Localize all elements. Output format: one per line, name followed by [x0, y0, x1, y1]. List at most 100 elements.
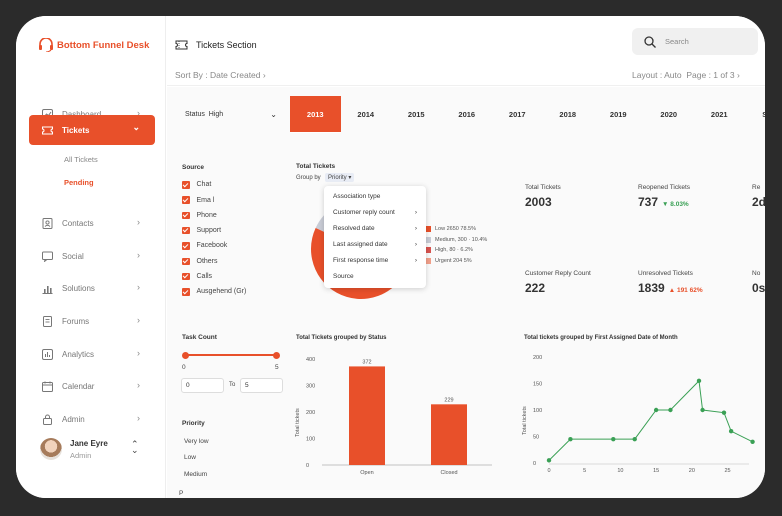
slider-max-handle[interactable] — [273, 351, 280, 359]
next-page-button[interactable]: › — [737, 70, 740, 80]
data-point[interactable] — [611, 436, 616, 442]
source-checkbox-row[interactable]: Ausgehend (Gr) — [182, 288, 246, 296]
data-point[interactable] — [696, 378, 702, 384]
data-point[interactable] — [700, 407, 705, 413]
source-checkbox-row[interactable]: Chat — [182, 181, 211, 189]
data-point[interactable] — [546, 458, 552, 463]
main-area: Tickets Section Search Sort By : Date Cr… — [167, 16, 765, 498]
user-profile[interactable]: Jane Eyre Admin — [40, 438, 108, 460]
app-window: Bottom Funnel Desk Dashboard › Tickets ⌄ Con… — [16, 16, 765, 498]
group-by-menu: Association type Customer reply count › Res… — [324, 186, 426, 288]
year-tab[interactable]: 2015 — [391, 96, 442, 133]
year-tab[interactable]: 2018 — [543, 96, 594, 133]
group-by-dropdown[interactable]: Priority ▾ — [325, 173, 355, 182]
sidebar-item-calendar[interactable]: Calendar › — [29, 371, 155, 401]
sidebar-item-solutions[interactable]: Solutions › — [29, 273, 155, 303]
source-checkbox-row[interactable]: Support — [182, 226, 221, 235]
year-tab[interactable]: 2017 — [492, 96, 543, 133]
checkbox-checked-icon[interactable] — [182, 288, 190, 296]
checkbox-checked-icon[interactable] — [182, 196, 190, 204]
x-tick-label: 20 — [689, 468, 695, 474]
stat-value-row: 737 ▼ 8.03% — [638, 195, 690, 209]
menu-item[interactable]: Source — [324, 269, 426, 285]
data-point[interactable] — [632, 436, 637, 442]
sidebar-item-admin[interactable]: Admin › — [29, 404, 155, 434]
menu-item[interactable]: Customer reply count › — [324, 205, 426, 221]
status-filter[interactable]: Status High ⌄ — [185, 110, 277, 119]
checkbox-checked-icon[interactable] — [182, 181, 190, 189]
sidebar-subitem-all-tickets[interactable]: All Tickets — [64, 155, 98, 164]
menu-item[interactable]: First response time › — [324, 253, 426, 269]
menu-item-label: Source — [333, 273, 354, 280]
sidebar-item-analytics[interactable]: Analytics › — [29, 339, 155, 369]
stat-delta: ▲ 191 62% — [669, 287, 703, 294]
data-point[interactable] — [750, 439, 755, 444]
calendar-icon — [42, 381, 53, 392]
sidebar-subitem-pending[interactable]: Pending — [64, 178, 94, 187]
year-tab[interactable]: 2013 — [290, 96, 341, 133]
task-count-slider[interactable] — [182, 351, 280, 359]
checkbox-checked-icon[interactable] — [182, 242, 190, 250]
submenu-arrow-icon: › — [414, 241, 417, 248]
chevron-right-icon: › — [137, 315, 140, 325]
y-tick-label: 0 — [306, 463, 309, 469]
range-from-input[interactable]: 0 — [181, 378, 224, 393]
y-tick-label: 50 — [533, 435, 539, 441]
bar-closed[interactable] — [431, 404, 467, 465]
chevron-up-down-icon[interactable]: ⌃ ⌄ — [131, 440, 139, 455]
slider-min-handle[interactable] — [182, 351, 189, 359]
bar-open[interactable] — [349, 366, 385, 465]
sidebar-item-label: Tickets — [62, 125, 90, 135]
search-input[interactable]: Search — [632, 28, 758, 55]
priority-option[interactable]: Medium — [184, 471, 207, 478]
page-title: Tickets Section — [175, 40, 257, 50]
source-checkbox-row[interactable]: Phone — [182, 211, 217, 220]
stat-card: Total Tickets 2003 — [525, 184, 561, 209]
year-tab[interactable]: 2016 — [442, 96, 493, 133]
data-point[interactable] — [668, 407, 673, 413]
source-checkbox-row[interactable]: Facebook — [182, 242, 227, 250]
source-checkbox-row[interactable]: Ema l — [182, 196, 214, 204]
x-tick-label: 0 — [547, 468, 550, 474]
data-point[interactable] — [721, 410, 727, 415]
y-tick-label: 300 — [306, 384, 315, 390]
year-tab[interactable]: 2020 — [644, 96, 695, 133]
sidebar-item-contacts[interactable]: Contacts › — [29, 208, 155, 238]
checkbox-checked-icon[interactable] — [182, 257, 190, 265]
source-checkbox-row[interactable]: Calls — [182, 272, 212, 281]
sidebar-item-forums[interactable]: Forums › — [29, 306, 155, 336]
sidebar-item-label: Calendar — [62, 381, 95, 391]
year-tab[interactable]: SLA — [745, 96, 765, 133]
year-tab[interactable]: 2021 — [694, 96, 745, 133]
stat-value-row: 0s — [752, 281, 765, 295]
year-tab[interactable]: 2019 — [593, 96, 644, 133]
menu-item[interactable]: Last assigned date › — [324, 237, 426, 253]
checkbox-checked-icon[interactable] — [182, 211, 190, 220]
priority-option[interactable]: Low — [184, 454, 196, 461]
x-tick-label: 15 — [653, 468, 659, 474]
sidebar-item-social[interactable]: Social › — [29, 241, 155, 271]
brand-logo[interactable]: Bottom Funnel Desk — [38, 38, 149, 52]
y-tick-label: 0 — [533, 461, 536, 467]
menu-item[interactable]: Resolved date › — [324, 221, 426, 237]
checkbox-checked-icon[interactable] — [182, 226, 190, 235]
source-checkbox-row[interactable]: Others — [182, 257, 218, 265]
stat-delta-value: 8.03% — [670, 201, 689, 208]
truncated-label: P — [179, 490, 184, 497]
data-point[interactable] — [568, 436, 573, 442]
checkbox-checked-icon[interactable] — [182, 272, 190, 281]
data-point[interactable] — [653, 407, 659, 413]
y-tick-label: 100 — [533, 408, 542, 414]
y-axis-label: Total tickets — [522, 406, 528, 435]
menu-item[interactable]: Association type — [324, 189, 426, 205]
layout-dropdown[interactable]: Layout : Auto — [632, 70, 682, 80]
range-to-label: To — [229, 382, 236, 388]
priority-option[interactable]: Very low — [184, 438, 209, 445]
data-point[interactable] — [728, 429, 734, 434]
sort-by-dropdown[interactable]: Sort By : Date Created › — [175, 70, 266, 80]
legend-label: High, 80 · 6.2% — [435, 247, 473, 254]
sidebar-item-tickets[interactable]: Tickets ⌄ — [29, 115, 155, 145]
range-to-input[interactable]: 5 — [240, 378, 283, 393]
slider-max-value: 5 — [275, 364, 279, 371]
year-tab[interactable]: 2014 — [341, 96, 392, 133]
